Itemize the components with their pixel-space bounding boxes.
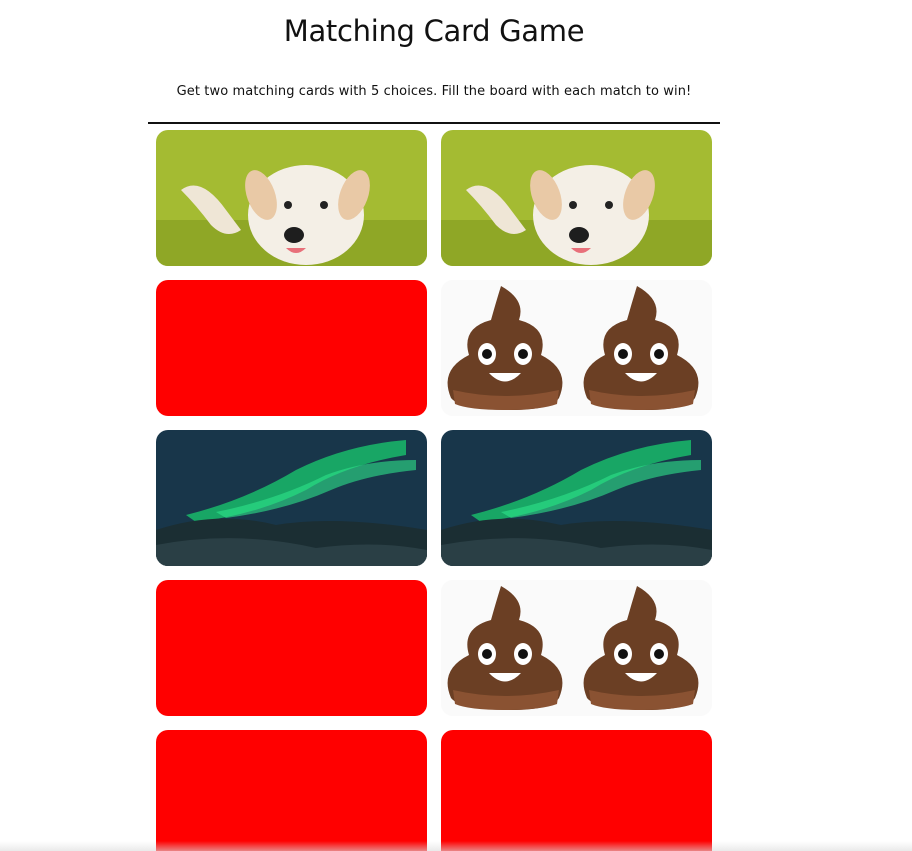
bottom-scroll-fade bbox=[0, 841, 912, 851]
card-hidden[interactable] bbox=[156, 730, 427, 851]
page-title: Matching Card Game bbox=[283, 14, 585, 48]
card-poop-2[interactable] bbox=[441, 580, 712, 716]
card-aurora-2[interactable] bbox=[441, 430, 712, 566]
aurora-image bbox=[156, 430, 427, 566]
poop-emoji-image bbox=[441, 580, 712, 716]
poop-emoji-image bbox=[441, 280, 712, 416]
card-hidden[interactable] bbox=[156, 280, 427, 416]
aurora-image bbox=[441, 430, 712, 566]
header-divider bbox=[148, 122, 720, 124]
card-hidden[interactable] bbox=[441, 730, 712, 851]
card-aurora-1[interactable] bbox=[156, 430, 427, 566]
card-puppy-2[interactable] bbox=[441, 130, 712, 266]
card-poop-1[interactable] bbox=[441, 280, 712, 416]
puppy-image bbox=[441, 130, 712, 266]
game-instructions: Get two matching cards with 5 choices. F… bbox=[176, 84, 692, 99]
puppy-image bbox=[156, 130, 427, 266]
card-puppy-1[interactable] bbox=[156, 130, 427, 266]
card-hidden[interactable] bbox=[156, 580, 427, 716]
